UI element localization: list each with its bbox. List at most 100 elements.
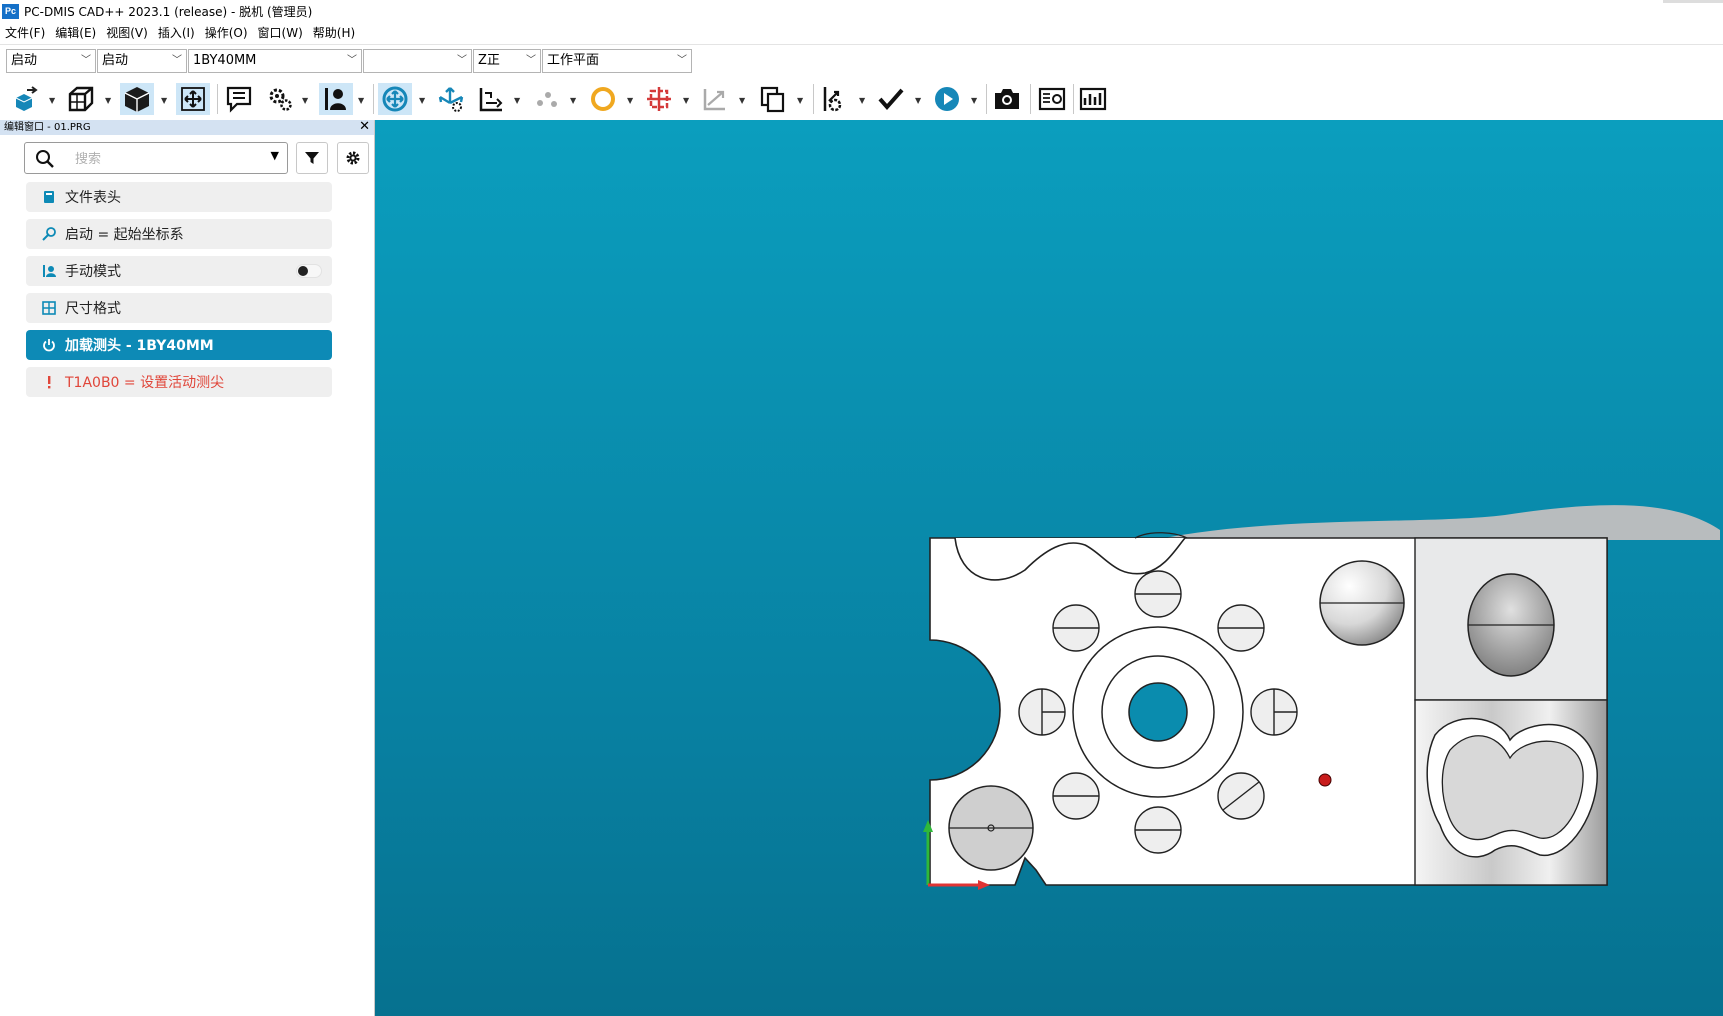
chevron-down-icon[interactable]: ▼ bbox=[105, 96, 111, 105]
chevron-down-icon: ﹀ bbox=[347, 55, 357, 66]
menu-view[interactable]: 视图(V) bbox=[101, 24, 153, 41]
circle-feature-icon[interactable] bbox=[586, 83, 620, 115]
chevron-down-icon[interactable]: ▼ bbox=[859, 96, 865, 105]
chevron-down-icon[interactable]: ▼ bbox=[971, 96, 977, 105]
alignment-combo[interactable]: 启动 ﹀ bbox=[6, 49, 96, 73]
translate-icon[interactable] bbox=[434, 83, 468, 115]
chevron-down-icon: ﹀ bbox=[172, 55, 182, 66]
graphics-viewport[interactable] bbox=[375, 120, 1723, 1016]
manual-mode-toggle[interactable] bbox=[296, 264, 322, 278]
toolbar-divider bbox=[1073, 84, 1074, 114]
rotate-icon[interactable] bbox=[378, 83, 412, 115]
chevron-down-icon[interactable]: ▼ bbox=[302, 96, 308, 105]
alignment-icon[interactable] bbox=[474, 83, 508, 115]
coordinate-system-combo[interactable]: 启动 ﹀ bbox=[97, 49, 187, 73]
dashboard-icon[interactable] bbox=[1076, 83, 1110, 115]
toolbar-divider bbox=[986, 84, 987, 114]
probe-combo-value: 1BY40MM bbox=[193, 53, 257, 68]
chevron-down-icon[interactable]: ▼ bbox=[797, 96, 803, 105]
alignment-icon bbox=[41, 226, 57, 242]
cmd-label: 文件表头 bbox=[65, 190, 121, 206]
chevron-down-icon: ﹀ bbox=[677, 55, 687, 66]
warning-icon bbox=[41, 374, 57, 390]
file-header-icon bbox=[41, 189, 57, 205]
edit-window-header: 编辑窗口 - 01.PRG ✕ bbox=[0, 119, 374, 135]
filter-button[interactable] bbox=[296, 142, 328, 174]
cmd-set-active-tip[interactable]: T1A0B0 = 设置活动测尖 bbox=[26, 367, 332, 397]
close-icon[interactable]: ✕ bbox=[355, 119, 370, 134]
part-top-surface bbox=[1155, 505, 1720, 540]
menu-edit[interactable]: 编辑(E) bbox=[50, 24, 101, 41]
manual-mode-icon bbox=[41, 263, 57, 279]
chevron-down-icon[interactable]: ▼ bbox=[627, 96, 633, 105]
cmd-dimension-format[interactable]: 尺寸格式 bbox=[26, 293, 332, 323]
menu-insert[interactable]: 插入(I) bbox=[153, 24, 200, 41]
camera-icon[interactable] bbox=[990, 83, 1024, 115]
manual-mode-icon[interactable] bbox=[319, 83, 353, 115]
search-box[interactable]: ▼ bbox=[24, 142, 288, 174]
workplane-combo[interactable]: 工作平面 ﹀ bbox=[542, 49, 692, 73]
execute-icon[interactable] bbox=[930, 83, 964, 115]
toolbar-divider bbox=[1030, 84, 1031, 114]
cad-part-drawing bbox=[923, 505, 1720, 890]
chevron-down-icon: ﹀ bbox=[457, 55, 467, 66]
check-icon[interactable] bbox=[874, 83, 908, 115]
probe-combo[interactable]: 1BY40MM ﹀ bbox=[188, 49, 362, 73]
workplane-combo-value: 工作平面 bbox=[547, 53, 600, 68]
chevron-down-icon[interactable]: ▼ bbox=[683, 96, 689, 105]
menu-file[interactable]: 文件(F) bbox=[0, 24, 50, 41]
menu-operation[interactable]: 操作(O) bbox=[200, 24, 253, 41]
chevron-down-icon[interactable]: ▼ bbox=[358, 96, 364, 105]
cmd-manual-mode[interactable]: 手动模式 bbox=[26, 256, 332, 286]
window-title: PC-DMIS CAD++ 2023.1 (release) - 脱机 (管理员… bbox=[24, 4, 313, 19]
chevron-down-icon[interactable]: ▼ bbox=[271, 149, 279, 162]
part-icon[interactable] bbox=[8, 83, 42, 115]
load-probe-icon bbox=[41, 337, 57, 353]
menu-window[interactable]: 窗口(W) bbox=[253, 24, 308, 41]
search-icon bbox=[36, 150, 54, 168]
view-direction-combo-value: Z正 bbox=[478, 53, 500, 68]
edit-window-panel: 编辑窗口 - 01.PRG ✕ ▼ 文件表头 启动 = 起始坐标系 手动模式 尺… bbox=[0, 119, 375, 1016]
probe-position-marker bbox=[1318, 773, 1332, 787]
toolbar-divider bbox=[217, 84, 218, 114]
chevron-down-icon[interactable]: ▼ bbox=[161, 96, 167, 105]
chevron-down-icon[interactable]: ▼ bbox=[570, 96, 576, 105]
chevron-down-icon[interactable]: ▼ bbox=[419, 96, 425, 105]
main-toolbar: ▼ ▼ ▼ ▼ ▼ ▼ ▼ ▼ ▼ ▼ ▼ ▼ ▼ ▼ ▼ bbox=[0, 80, 1123, 118]
cmd-label: 加载测头 - 1BY40MM bbox=[65, 338, 214, 354]
window-controls[interactable] bbox=[1663, 0, 1723, 3]
alignment-combo-value: 启动 bbox=[11, 53, 38, 68]
toolbar-divider bbox=[813, 84, 814, 114]
chevron-down-icon[interactable]: ▼ bbox=[915, 96, 921, 105]
settings-button[interactable] bbox=[337, 142, 369, 174]
report-icon[interactable] bbox=[1035, 83, 1069, 115]
edit-window-title: 编辑窗口 - 01.PRG bbox=[4, 122, 91, 133]
center-bore bbox=[1128, 682, 1188, 742]
chevron-down-icon[interactable]: ▼ bbox=[514, 96, 520, 105]
view-direction-combo[interactable]: Z正 ﹀ bbox=[473, 49, 541, 73]
cmd-label: T1A0B0 = 设置活动测尖 bbox=[65, 375, 225, 391]
dimension-format-icon bbox=[41, 300, 57, 316]
points-icon[interactable] bbox=[530, 83, 564, 115]
cmd-label: 启动 = 起始坐标系 bbox=[65, 227, 184, 243]
app-logo: Pc bbox=[2, 3, 19, 19]
search-input[interactable] bbox=[73, 147, 247, 171]
dimension-icon[interactable] bbox=[818, 83, 852, 115]
chevron-down-icon: ﹀ bbox=[526, 55, 536, 66]
tip-combo[interactable]: ﹀ bbox=[363, 49, 472, 73]
chevron-down-icon[interactable]: ▼ bbox=[739, 96, 745, 105]
wireframe-cube-icon[interactable] bbox=[64, 83, 98, 115]
gear-probe-icon[interactable] bbox=[263, 83, 297, 115]
auto-feature-icon[interactable] bbox=[642, 83, 676, 115]
copy-icon[interactable] bbox=[756, 83, 790, 115]
construct-icon[interactable] bbox=[698, 83, 732, 115]
cmd-file-header[interactable]: 文件表头 bbox=[26, 182, 332, 212]
menu-help[interactable]: 帮助(H) bbox=[308, 24, 360, 41]
solid-cube-icon[interactable] bbox=[120, 83, 154, 115]
chevron-down-icon[interactable]: ▼ bbox=[49, 96, 55, 105]
filter-icon bbox=[305, 152, 319, 164]
cmd-load-probe[interactable]: 加载测头 - 1BY40MM bbox=[26, 330, 332, 360]
cmd-startup-alignment[interactable]: 启动 = 起始坐标系 bbox=[26, 219, 332, 249]
comment-icon[interactable] bbox=[222, 83, 256, 115]
move-icon[interactable] bbox=[176, 83, 210, 115]
